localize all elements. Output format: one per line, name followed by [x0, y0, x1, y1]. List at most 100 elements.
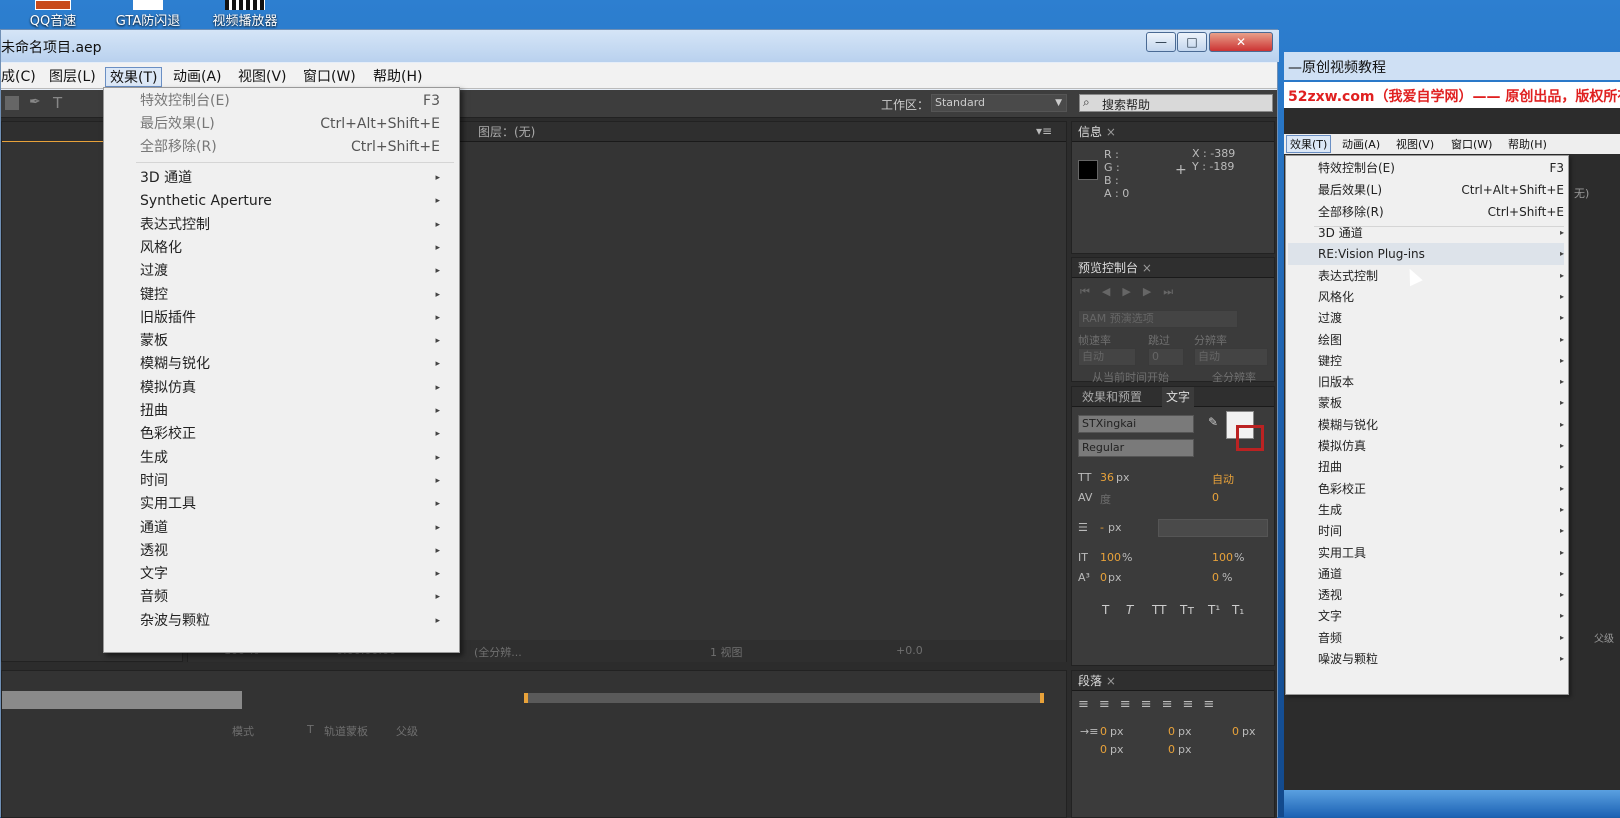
bg-menu-animation[interactable]: 动画(A): [1342, 136, 1380, 152]
menu-help[interactable]: 帮助(H): [369, 67, 426, 87]
submenu-item[interactable]: 键控 ▸: [1318, 350, 1564, 372]
leading-value[interactable]: 自动: [1212, 471, 1234, 487]
align-buttons[interactable]: ≡≡≡≡≡≡≡: [1078, 697, 1224, 712]
tab-effects-presets[interactable]: 效果和预置: [1082, 387, 1142, 407]
text-tool-icon[interactable]: T: [53, 94, 62, 112]
submenu-item[interactable]: 透视 ▸: [1318, 584, 1564, 606]
panel-menu-icon[interactable]: ▾≡: [1036, 121, 1052, 141]
full-screen-checkbox[interactable]: 全分辨率: [1212, 369, 1256, 385]
submenu-item[interactable]: 模糊与锐化 ▸: [140, 353, 440, 375]
desktop-icon-gta[interactable]: GTA防闪退: [108, 0, 188, 29]
submenu-item[interactable]: 文字 ▸: [140, 563, 440, 585]
submenu-item[interactable]: 旧版本 ▸: [1318, 371, 1564, 393]
font-size-value[interactable]: 36: [1100, 471, 1114, 484]
submenu-item[interactable]: 色彩校正 ▸: [140, 423, 440, 445]
tracking-value[interactable]: 0: [1212, 491, 1219, 504]
skip-select[interactable]: 0: [1148, 348, 1184, 366]
submenu-item[interactable]: 模拟仿真 ▸: [1318, 435, 1564, 457]
indent-first-value[interactable]: 0: [1232, 725, 1239, 738]
bg-menu-help[interactable]: 帮助(H): [1508, 136, 1547, 152]
tab-text[interactable]: 文字: [1162, 387, 1195, 407]
submenu-item[interactable]: 模拟仿真 ▸: [140, 377, 440, 399]
submenu-item[interactable]: 实用工具 ▸: [1318, 542, 1564, 564]
menu-composition[interactable]: 成(C): [0, 67, 40, 87]
small-caps-button[interactable]: Tт: [1180, 603, 1194, 617]
from-current-checkbox[interactable]: 从当前时间开始: [1092, 369, 1169, 385]
close-button[interactable]: ✕: [1209, 32, 1273, 52]
submenu-item[interactable]: 绘图 ▸: [1318, 329, 1564, 351]
submenu-item[interactable]: RE:Vision Plug-ins ▸: [1288, 243, 1564, 266]
bg-menu-item[interactable]: 特效控制台(E) F3: [1318, 157, 1564, 179]
submenu-item[interactable]: 文字 ▸: [1318, 605, 1564, 627]
subscript-button[interactable]: T₁: [1232, 603, 1244, 617]
menu-effects[interactable]: 效果(T): [105, 67, 163, 87]
views-select[interactable]: 1 视图: [710, 644, 743, 660]
timeline-search[interactable]: [2, 691, 242, 709]
submenu-item[interactable]: 生成 ▸: [140, 447, 440, 469]
tsume-value[interactable]: 0: [1212, 571, 1219, 584]
submenu-item[interactable]: 通道 ▸: [1318, 563, 1564, 585]
submenu-item[interactable]: Synthetic Aperture ▸: [140, 190, 440, 212]
indent-left-value[interactable]: 0: [1100, 725, 1107, 738]
submenu-item[interactable]: 键控 ▸: [140, 284, 440, 306]
submenu-item[interactable]: 实用工具 ▸: [140, 493, 440, 515]
submenu-item[interactable]: 旧版插件 ▸: [140, 307, 440, 329]
rect-tool-icon[interactable]: [5, 96, 19, 110]
submenu-item[interactable]: 模糊与锐化 ▸: [1318, 414, 1564, 436]
submenu-item[interactable]: 3D 通道 ▸: [1318, 222, 1564, 244]
all-caps-button[interactable]: TT: [1152, 603, 1166, 617]
info-tab[interactable]: 信息 ×: [1072, 122, 1274, 142]
bg-menu-item[interactable]: 全部移除(R) Ctrl+Shift+E: [1318, 201, 1564, 223]
menu-item-remove-all[interactable]: 全部移除(R) Ctrl+Shift+E: [140, 136, 440, 158]
bg-menu-item[interactable]: 最后效果(L) Ctrl+Alt+Shift+E: [1318, 179, 1564, 201]
desktop-icon-qq[interactable]: QQ音速: [22, 0, 84, 29]
submenu-item[interactable]: 3D 通道 ▸: [140, 167, 440, 189]
exposure-value[interactable]: +0.0: [896, 644, 923, 657]
submenu-item[interactable]: 表达式控制 ▸: [1318, 265, 1564, 287]
menu-window[interactable]: 窗口(W): [299, 67, 360, 87]
resolution-select[interactable]: 自动: [1194, 348, 1268, 366]
indent-right-value[interactable]: 0: [1168, 725, 1175, 738]
submenu-item[interactable]: 噪波与颗粒 ▸: [1318, 648, 1564, 670]
desktop-icon-video[interactable]: 视频播放器: [203, 0, 287, 29]
vertical-scale-value[interactable]: 100: [1100, 551, 1121, 564]
tab-layer[interactable]: 图层：(无): [478, 122, 535, 142]
submenu-item[interactable]: 风格化 ▸: [140, 237, 440, 259]
work-area-bar[interactable]: [524, 693, 1044, 703]
search-help-input[interactable]: ⌕ 搜索帮助: [1079, 94, 1273, 112]
bg-menu-effects[interactable]: 效果(T): [1286, 135, 1332, 153]
submenu-item[interactable]: 音频 ▸: [1318, 627, 1564, 649]
submenu-item[interactable]: 蒙板 ▸: [140, 330, 440, 352]
frame-rate-select[interactable]: 自动: [1078, 348, 1136, 366]
minimize-button[interactable]: —: [1146, 32, 1176, 52]
font-style-select[interactable]: Regular: [1078, 439, 1194, 457]
faux-italic-button[interactable]: T: [1126, 603, 1133, 617]
faux-bold-button[interactable]: T: [1102, 603, 1109, 617]
bg-menu-view[interactable]: 视图(V): [1396, 136, 1434, 152]
stroke-color-swatch[interactable]: [1236, 425, 1264, 451]
baseline-value[interactable]: 0: [1100, 571, 1107, 584]
submenu-item[interactable]: 过渡 ▸: [140, 260, 440, 282]
stroke-style-select[interactable]: [1158, 519, 1268, 537]
submenu-item[interactable]: 透视 ▸: [140, 540, 440, 562]
superscript-button[interactable]: T¹: [1208, 603, 1220, 617]
submenu-item[interactable]: 音频 ▸: [140, 586, 440, 608]
horizontal-scale-value[interactable]: 100: [1212, 551, 1233, 564]
menu-view[interactable]: 视图(V): [234, 67, 291, 87]
submenu-item[interactable]: 色彩校正 ▸: [1318, 478, 1564, 500]
submenu-item[interactable]: 生成 ▸: [1318, 499, 1564, 521]
paragraph-tab[interactable]: 段落 ×: [1072, 671, 1274, 691]
bg-menu-window[interactable]: 窗口(W): [1451, 136, 1492, 152]
submenu-item[interactable]: 蒙板 ▸: [1318, 392, 1564, 414]
font-family-select[interactable]: STXingkai: [1078, 415, 1194, 433]
resolution-select[interactable]: (全分辨...: [474, 644, 522, 660]
eyedropper-icon[interactable]: ✎: [1208, 415, 1218, 429]
submenu-item[interactable]: 时间 ▸: [140, 470, 440, 492]
submenu-item[interactable]: 过渡 ▸: [1318, 307, 1564, 329]
submenu-item[interactable]: 通道 ▸: [140, 517, 440, 539]
submenu-item[interactable]: 扭曲 ▸: [1318, 456, 1564, 478]
submenu-item[interactable]: 时间 ▸: [1318, 520, 1564, 542]
submenu-item[interactable]: 表达式控制 ▸: [140, 214, 440, 236]
menu-item-effect-controls[interactable]: 特效控制台(E) F3: [140, 90, 440, 112]
submenu-item[interactable]: 杂波与颗粒 ▸: [140, 610, 440, 632]
